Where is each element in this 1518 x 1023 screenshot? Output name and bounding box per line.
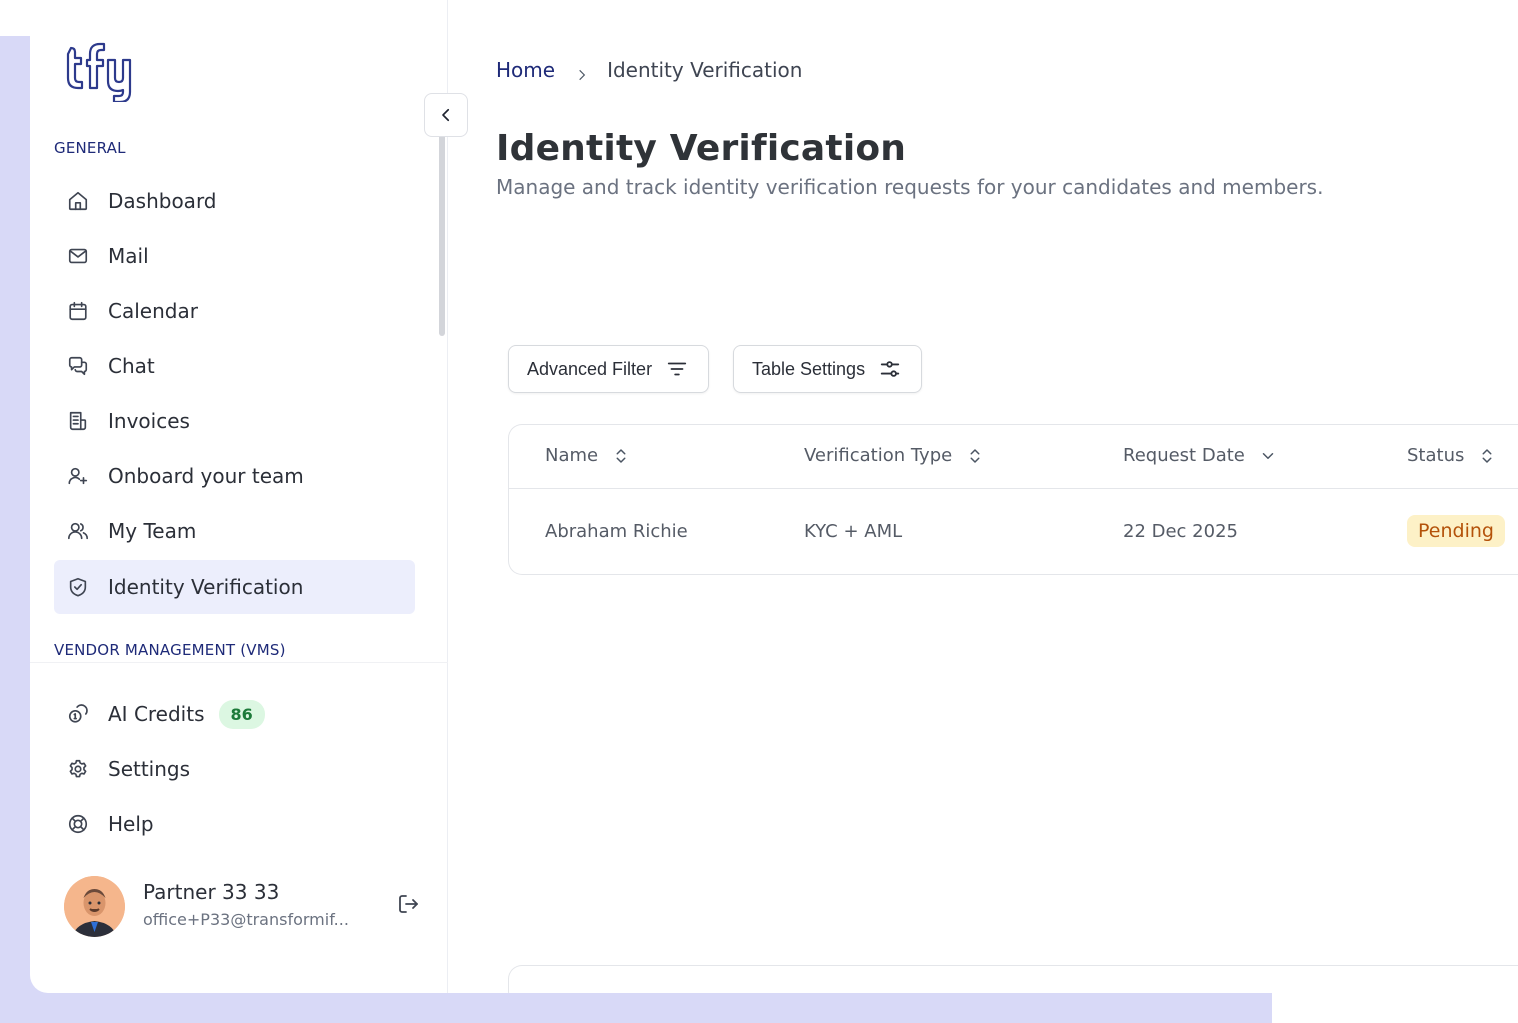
sidebar-item-mail[interactable]: Mail bbox=[54, 229, 415, 283]
filter-lines-icon bbox=[667, 362, 687, 376]
sidebar-item-label: AI Credits bbox=[108, 702, 205, 726]
coins-icon bbox=[66, 702, 90, 726]
table-settings-button[interactable]: Table Settings bbox=[733, 345, 923, 393]
status-badge: Pending bbox=[1407, 515, 1505, 547]
table-settings-label: Table Settings bbox=[752, 358, 866, 379]
advanced-filter-label: Advanced Filter bbox=[527, 358, 653, 379]
breadcrumb-current: Identity Verification bbox=[607, 58, 803, 82]
sidebar-item-settings[interactable]: Settings bbox=[54, 742, 415, 796]
app-logo[interactable] bbox=[64, 40, 134, 104]
column-header-label: Request Date bbox=[1123, 445, 1245, 466]
column-header-label: Verification Type bbox=[804, 445, 953, 466]
section-label-vms: VENDOR MANAGEMENT (VMS) bbox=[54, 641, 286, 659]
sidebar-item-label: Help bbox=[108, 812, 154, 836]
sidebar-scrollbar[interactable] bbox=[439, 132, 445, 336]
gear-icon bbox=[66, 757, 90, 781]
cell-request-date: 22 Dec 2025 bbox=[1123, 521, 1238, 542]
sidebar-item-label: Mail bbox=[108, 244, 149, 268]
chevron-right-icon bbox=[575, 63, 589, 81]
sidebar-item-dashboard[interactable]: Dashboard bbox=[54, 174, 415, 228]
chevron-down-icon bbox=[1262, 452, 1274, 459]
sidebar-item-label: Invoices bbox=[108, 409, 190, 433]
sliders-icon bbox=[880, 361, 900, 377]
column-header-verification-type[interactable]: Verification Type bbox=[804, 445, 984, 466]
sidebar-item-my-team[interactable]: My Team bbox=[54, 504, 415, 558]
verification-table: Name Verification Type Request Date Stat… bbox=[508, 424, 1518, 575]
sidebar-divider bbox=[30, 662, 448, 663]
section-label-general: GENERAL bbox=[54, 139, 126, 157]
sidebar-item-label: My Team bbox=[108, 519, 197, 543]
user-email: office+P33@transformif... bbox=[143, 910, 349, 929]
sidebar: GENERAL Dashboard Mail Calendar Chat Inv… bbox=[30, 0, 448, 993]
shield-check-icon bbox=[66, 575, 90, 599]
cell-name: Abraham Richie bbox=[545, 521, 688, 542]
column-header-request-date[interactable]: Request Date bbox=[1123, 445, 1277, 466]
sidebar-item-label: Calendar bbox=[108, 299, 198, 323]
cell-verification-type: KYC + AML bbox=[804, 521, 903, 542]
column-header-name[interactable]: Name bbox=[545, 445, 630, 466]
chevron-left-icon bbox=[442, 108, 450, 122]
collapse-sidebar-button[interactable] bbox=[424, 93, 468, 137]
sidebar-item-invoices[interactable]: Invoices bbox=[54, 394, 415, 448]
sidebar-item-label: Identity Verification bbox=[108, 575, 304, 599]
column-header-status[interactable]: Status bbox=[1407, 445, 1496, 466]
user-plus-icon bbox=[66, 464, 90, 488]
sidebar-item-label: Onboard your team bbox=[108, 464, 304, 488]
breadcrumb-home-link[interactable]: Home bbox=[496, 58, 555, 82]
column-header-label: Name bbox=[545, 445, 599, 466]
sidebar-item-identity-verification[interactable]: Identity Verification bbox=[54, 560, 415, 614]
logout-icon[interactable] bbox=[396, 892, 422, 918]
advanced-filter-button[interactable]: Advanced Filter bbox=[508, 345, 710, 393]
lifebuoy-icon bbox=[66, 812, 90, 836]
sidebar-item-label: Dashboard bbox=[108, 189, 217, 213]
avatar[interactable] bbox=[64, 876, 125, 937]
sort-icon bbox=[970, 448, 980, 463]
calendar-icon bbox=[66, 299, 90, 323]
sidebar-item-label: Chat bbox=[108, 354, 155, 378]
sidebar-item-calendar[interactable]: Calendar bbox=[54, 284, 415, 338]
sidebar-item-onboard-team[interactable]: Onboard your team bbox=[54, 449, 415, 503]
sort-icon bbox=[616, 448, 626, 463]
chat-icon bbox=[66, 354, 90, 378]
sidebar-item-label: Settings bbox=[108, 757, 191, 781]
secondary-card bbox=[508, 965, 1518, 993]
table-header-row: Name Verification Type Request Date Stat… bbox=[509, 425, 1518, 489]
page-title: Identity Verification bbox=[496, 128, 907, 169]
users-icon bbox=[66, 519, 90, 543]
sort-icon bbox=[1482, 448, 1492, 463]
ai-credits-badge: 86 bbox=[218, 699, 265, 729]
sidebar-item-help[interactable]: Help bbox=[54, 797, 415, 851]
mail-icon bbox=[66, 244, 90, 268]
user-name: Partner 33 33 bbox=[143, 880, 280, 904]
home-icon bbox=[66, 189, 90, 213]
user-profile[interactable]: Partner 33 33 office+P33@transformif... bbox=[64, 874, 424, 938]
column-header-label: Status bbox=[1407, 445, 1465, 466]
sidebar-item-ai-credits[interactable]: AI Credits 86 bbox=[54, 687, 415, 741]
page-subtitle: Manage and track identity verification r… bbox=[496, 175, 1324, 199]
app-window: GENERAL Dashboard Mail Calendar Chat Inv… bbox=[30, 0, 1518, 993]
invoice-icon bbox=[66, 409, 90, 433]
sidebar-item-chat[interactable]: Chat bbox=[54, 339, 415, 393]
breadcrumb: Home Identity Verification bbox=[496, 58, 802, 82]
tfy-logo-mark bbox=[66, 42, 132, 104]
